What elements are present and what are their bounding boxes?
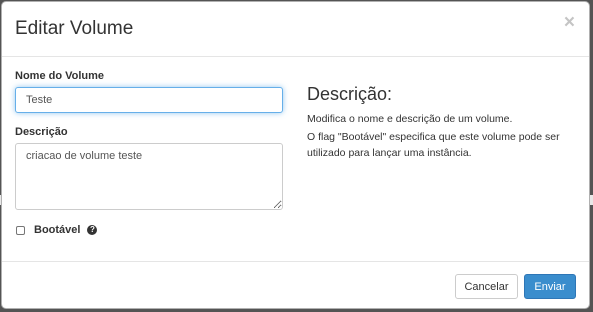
modal-body: Nome do Volume Descrição criacao de volu… bbox=[2, 57, 589, 261]
volume-name-input[interactable] bbox=[15, 87, 283, 113]
bootable-checkbox[interactable] bbox=[16, 225, 25, 235]
submit-button[interactable]: Enviar bbox=[524, 274, 576, 299]
edit-volume-modal: Editar Volume × Nome do Volume Descrição… bbox=[1, 1, 590, 309]
help-paragraph: O flag "Bootável" especifica que este vo… bbox=[307, 131, 560, 159]
cancel-button[interactable]: Cancelar bbox=[455, 274, 518, 299]
question-circle-icon[interactable]: ? bbox=[87, 225, 98, 235]
volume-name-label: Nome do Volume bbox=[15, 70, 105, 82]
close-icon[interactable]: × bbox=[564, 13, 575, 33]
description-textarea[interactable]: criacao de volume teste bbox=[15, 143, 283, 210]
help-heading: Descrição: bbox=[307, 84, 393, 104]
modal-header: Editar Volume × bbox=[2, 2, 589, 57]
description-label: Descrição bbox=[15, 126, 68, 138]
bootable-label: Bootável bbox=[34, 224, 81, 236]
modal-title: Editar Volume bbox=[15, 18, 134, 39]
help-paragraph: Modifica o nome e descrição de um volume… bbox=[307, 113, 513, 125]
modal-footer: Cancelar Enviar bbox=[2, 261, 589, 308]
bootable-row: Bootável ? bbox=[15, 223, 98, 237]
